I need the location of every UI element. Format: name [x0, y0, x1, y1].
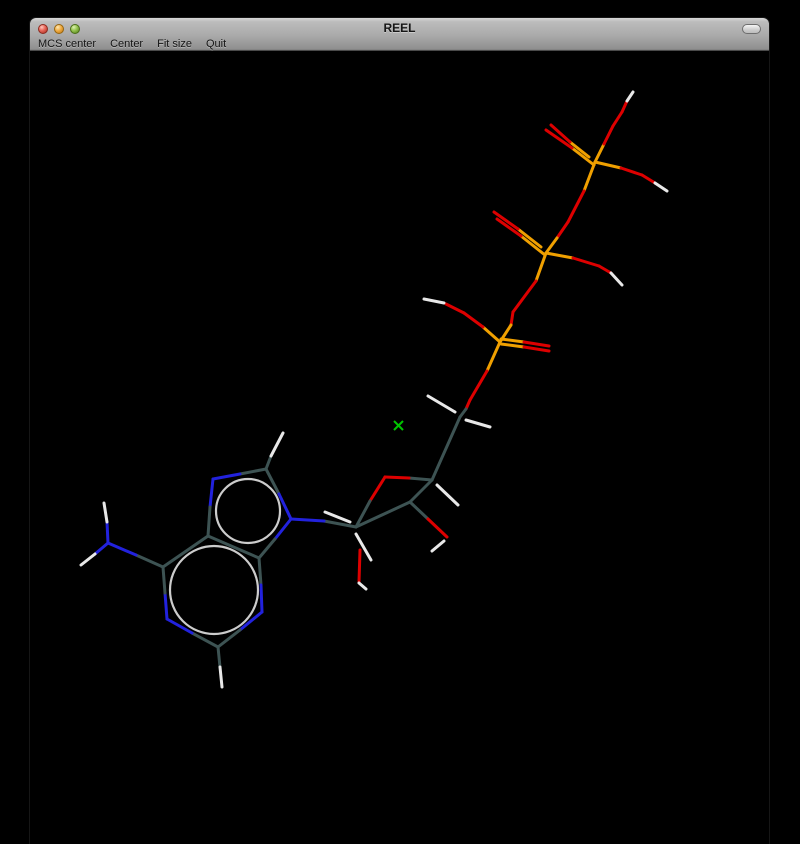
bond-segment: [487, 342, 500, 371]
bond-segment: [536, 253, 546, 281]
bond-segment: [573, 258, 599, 266]
aromatic-ring-circle: [170, 546, 258, 634]
bond-segment: [470, 371, 487, 400]
molecule-svg: [30, 51, 769, 844]
toolbar-toggle-button[interactable]: [742, 24, 761, 34]
bond-segment: [613, 112, 622, 126]
titlebar[interactable]: REEL: [30, 18, 769, 36]
bond-segment: [428, 396, 455, 412]
bond-segment: [163, 567, 165, 593]
bond-segment: [271, 433, 283, 456]
bond-segment: [259, 539, 275, 558]
menubar: MCS center Center Fit size Quit: [30, 36, 769, 51]
bond-segment: [655, 183, 667, 191]
bond-segment: [359, 583, 366, 589]
bond-segment: [524, 342, 549, 346]
bond-segment: [385, 477, 409, 478]
bond-segment: [511, 312, 513, 325]
bond-segment: [410, 502, 428, 519]
bond-segment: [604, 126, 613, 144]
bond-segment: [611, 273, 622, 285]
bond-segment: [95, 543, 108, 554]
bond-segment: [220, 667, 222, 687]
desktop-background: { "window": { "title": "REEL", "menu": {…: [0, 0, 800, 844]
minimize-button[interactable]: [54, 24, 64, 34]
menu-item-center[interactable]: Center: [110, 38, 143, 50]
bond-segment: [446, 304, 464, 313]
bond-segment: [622, 101, 627, 112]
window-title: REEL: [30, 18, 769, 36]
bond-segment: [524, 347, 549, 351]
traffic-lights: [38, 24, 80, 34]
close-button[interactable]: [38, 24, 48, 34]
bond-segment: [599, 266, 611, 273]
bond-segment: [546, 253, 573, 258]
bond-segment: [584, 162, 595, 191]
bond-segment: [428, 519, 447, 537]
app-window: REEL MCS center Center Fit size Quit: [30, 18, 769, 844]
bond-segment: [432, 541, 444, 551]
bond-segment: [259, 558, 261, 585]
bond-segment: [466, 420, 490, 427]
bond-segment: [595, 144, 604, 162]
bond-segment: [165, 593, 167, 619]
bond-segment: [107, 522, 108, 543]
bond-segment: [240, 469, 266, 474]
bond-segment: [432, 417, 460, 480]
bond-segment: [483, 327, 500, 342]
bond-segment: [104, 503, 107, 522]
bond-segment: [424, 299, 444, 303]
bond-segment: [513, 281, 536, 312]
bond-segment: [208, 507, 210, 536]
bond-segment: [213, 474, 240, 479]
molecule-canvas[interactable]: [30, 51, 769, 844]
bond-segment: [501, 339, 524, 342]
bond-segment: [266, 456, 271, 469]
bond-segment: [136, 555, 163, 567]
menu-item-mcs-center[interactable]: MCS center: [38, 38, 96, 50]
bond-segment: [163, 536, 208, 567]
bond-segment: [557, 222, 568, 238]
aromatic-ring-circle: [216, 479, 280, 543]
bond-segment: [501, 344, 524, 347]
bond-segment: [218, 647, 220, 667]
bond-segment: [81, 554, 95, 565]
bond-segment: [642, 175, 655, 183]
zoom-button[interactable]: [70, 24, 80, 34]
bond-segment: [627, 92, 633, 101]
bond-segment: [370, 477, 385, 501]
bond-segment: [261, 585, 262, 612]
bond-segment: [359, 550, 360, 582]
bond-segment: [546, 238, 557, 253]
window-header: REEL MCS center Center Fit size Quit: [30, 18, 769, 51]
bond-segment: [356, 534, 371, 560]
bond-segment: [409, 478, 432, 480]
bond-segment: [437, 485, 458, 505]
menu-item-quit[interactable]: Quit: [206, 38, 226, 50]
bond-segment: [192, 633, 218, 647]
bond-segment: [108, 543, 136, 555]
bond-segment: [210, 479, 213, 507]
bond-segment: [621, 168, 642, 175]
bond-segment: [568, 191, 584, 222]
menu-item-fit-size[interactable]: Fit size: [157, 38, 192, 50]
bond-segment: [410, 480, 432, 502]
bond-segment: [291, 519, 324, 521]
bond-segment: [595, 162, 621, 168]
bond-segment: [464, 313, 483, 327]
